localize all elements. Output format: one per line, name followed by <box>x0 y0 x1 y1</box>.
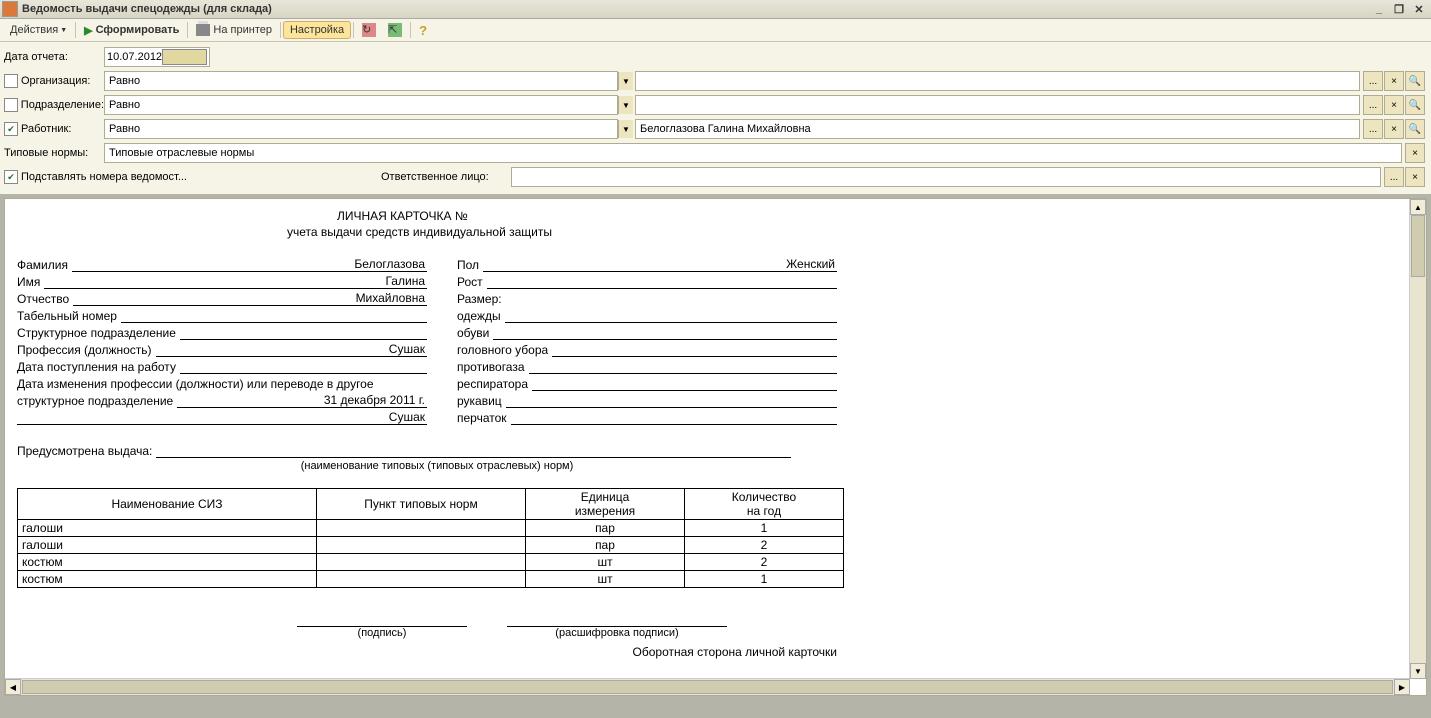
worker-checkbox[interactable]: ✔ <box>4 122 18 136</box>
org-checkbox[interactable] <box>4 74 18 88</box>
decryption-label: (расшифровка подписи) <box>507 627 727 639</box>
print-button[interactable]: На принтер <box>190 21 278 39</box>
dept-condition[interactable]: Равно <box>104 95 618 115</box>
actions-label: Действия <box>10 24 58 36</box>
scroll-thumb[interactable] <box>1411 215 1425 277</box>
window-title: Ведомость выдачи спецодежды (для склада) <box>22 3 1369 15</box>
worker-condition[interactable]: Равно <box>104 119 618 139</box>
date-input[interactable]: 10.07.2012 <box>104 47 210 67</box>
print-label: На принтер <box>213 24 272 36</box>
separator <box>353 22 354 38</box>
printer-icon <box>196 24 210 36</box>
separator <box>410 22 411 38</box>
generate-label: Сформировать <box>96 24 180 36</box>
substitute-checkbox[interactable]: ✔ <box>4 170 18 184</box>
scroll-up-button[interactable]: ▲ <box>1410 199 1426 215</box>
ppe-table: Наименование СИЗ Пункт типовых норм Един… <box>17 488 844 588</box>
org-condition-drop[interactable]: ▼ <box>618 72 633 90</box>
help-button[interactable]: ? <box>413 21 433 39</box>
doc-title: ЛИЧНАЯ КАРТОЧКА № <box>337 209 1414 223</box>
col-point: Пункт типовых норм <box>317 489 526 520</box>
chevron-down-icon: ▼ <box>60 27 67 34</box>
table-row: костюмшт2 <box>18 554 844 571</box>
col-qty: Количествона год <box>685 489 844 520</box>
norms-value[interactable]: Типовые отраслевые нормы <box>104 143 1402 163</box>
app-icon <box>2 1 18 17</box>
date-label: Дата отчета: <box>4 51 104 63</box>
signature-line <box>297 612 467 627</box>
signature-row: (подпись) (расшифровка подписи) <box>297 612 1414 639</box>
refresh-icon: ↻ <box>362 23 376 37</box>
dept-condition-drop[interactable]: ▼ <box>618 96 633 114</box>
org-condition[interactable]: Равно <box>104 71 618 91</box>
actions-menu[interactable]: Действия▼ <box>4 21 73 39</box>
refresh-button[interactable]: ↻ <box>356 21 382 39</box>
export-button[interactable]: ⇱ <box>382 21 408 39</box>
dept-search-button[interactable]: 🔍 <box>1405 95 1425 115</box>
worker-condition-drop[interactable]: ▼ <box>618 120 633 138</box>
org-value[interactable] <box>635 71 1360 91</box>
title-bar: Ведомость выдачи спецодежды (для склада)… <box>0 0 1431 19</box>
issue-underline <box>156 443 791 458</box>
norms-note: (наименование типовых (типовых отраслевы… <box>187 460 687 472</box>
scroll-left-button[interactable]: ◀ <box>5 679 21 695</box>
decryption-line <box>507 612 727 627</box>
signature-label: (подпись) <box>297 627 467 639</box>
reverse-side-label: Оборотная сторона личной карточки <box>17 645 837 659</box>
horizontal-scrollbar[interactable]: ◀ ▶ <box>5 678 1410 695</box>
dept-clear-button[interactable]: × <box>1384 95 1404 115</box>
settings-label: Настройка <box>290 24 344 36</box>
export-icon: ⇱ <box>388 23 402 37</box>
scroll-thumb-h[interactable] <box>22 680 1393 694</box>
dept-checkbox[interactable] <box>4 98 18 112</box>
worker-search-button[interactable]: 🔍 <box>1405 119 1425 139</box>
separator <box>187 22 188 38</box>
toolbar: Действия▼ ▶ Сформировать На принтер Наст… <box>0 19 1431 42</box>
table-row: галошипар2 <box>18 537 844 554</box>
org-select-button[interactable]: ... <box>1363 71 1383 91</box>
responsible-select-button[interactable]: ... <box>1384 167 1404 187</box>
col-name: Наименование СИЗ <box>18 489 317 520</box>
org-label: Организация: <box>4 74 104 88</box>
dept-select-button[interactable]: ... <box>1363 95 1383 115</box>
dept-value[interactable] <box>635 95 1360 115</box>
org-search-button[interactable]: 🔍 <box>1405 71 1425 91</box>
play-icon: ▶ <box>84 24 92 37</box>
settings-button[interactable]: Настройка <box>283 21 351 39</box>
scroll-right-button[interactable]: ▶ <box>1394 679 1410 695</box>
calendar-icon[interactable] <box>162 49 207 65</box>
generate-button[interactable]: ▶ Сформировать <box>78 21 185 39</box>
norms-clear-button[interactable]: × <box>1405 143 1425 163</box>
responsible-value[interactable] <box>511 167 1381 187</box>
dept-label: Подразделение: <box>4 98 104 112</box>
scroll-down-button[interactable]: ▼ <box>1410 663 1426 679</box>
responsible-label: Ответственное лицо: <box>381 171 511 183</box>
substitute-label: Подставлять номера ведомост... <box>21 171 381 183</box>
worker-label: ✔ Работник: <box>4 122 104 136</box>
table-row: костюмшт1 <box>18 571 844 588</box>
responsible-clear-button[interactable]: × <box>1405 167 1425 187</box>
help-icon: ? <box>419 23 427 38</box>
filter-panel: Дата отчета: 10.07.2012 Организация: Рав… <box>0 42 1431 194</box>
col-unit: Единицаизмерения <box>526 489 685 520</box>
vertical-scrollbar[interactable]: ▲ ▼ <box>1409 199 1426 679</box>
separator <box>280 22 281 38</box>
date-value: 10.07.2012 <box>107 51 162 63</box>
minimize-button[interactable]: _ <box>1369 3 1389 15</box>
doc-subtitle: учета выдачи средств индивидуальной защи… <box>287 225 1414 239</box>
close-button[interactable]: ✕ <box>1409 3 1429 16</box>
table-row: галошипар1 <box>18 520 844 537</box>
worker-value[interactable]: Белоглазова Галина Михайловна <box>635 119 1360 139</box>
maximize-button[interactable]: ❐ <box>1389 3 1409 16</box>
org-clear-button[interactable]: × <box>1384 71 1404 91</box>
issue-label: Предусмотрена выдача: <box>17 444 156 458</box>
document-content: ЛИЧНАЯ КАРТОЧКА № учета выдачи средств и… <box>5 199 1426 695</box>
worker-select-button[interactable]: ... <box>1363 119 1383 139</box>
norms-label: Типовые нормы: <box>4 147 104 159</box>
worker-clear-button[interactable]: × <box>1384 119 1404 139</box>
document-viewer: ЛИЧНАЯ КАРТОЧКА № учета выдачи средств и… <box>4 198 1427 696</box>
separator <box>75 22 76 38</box>
